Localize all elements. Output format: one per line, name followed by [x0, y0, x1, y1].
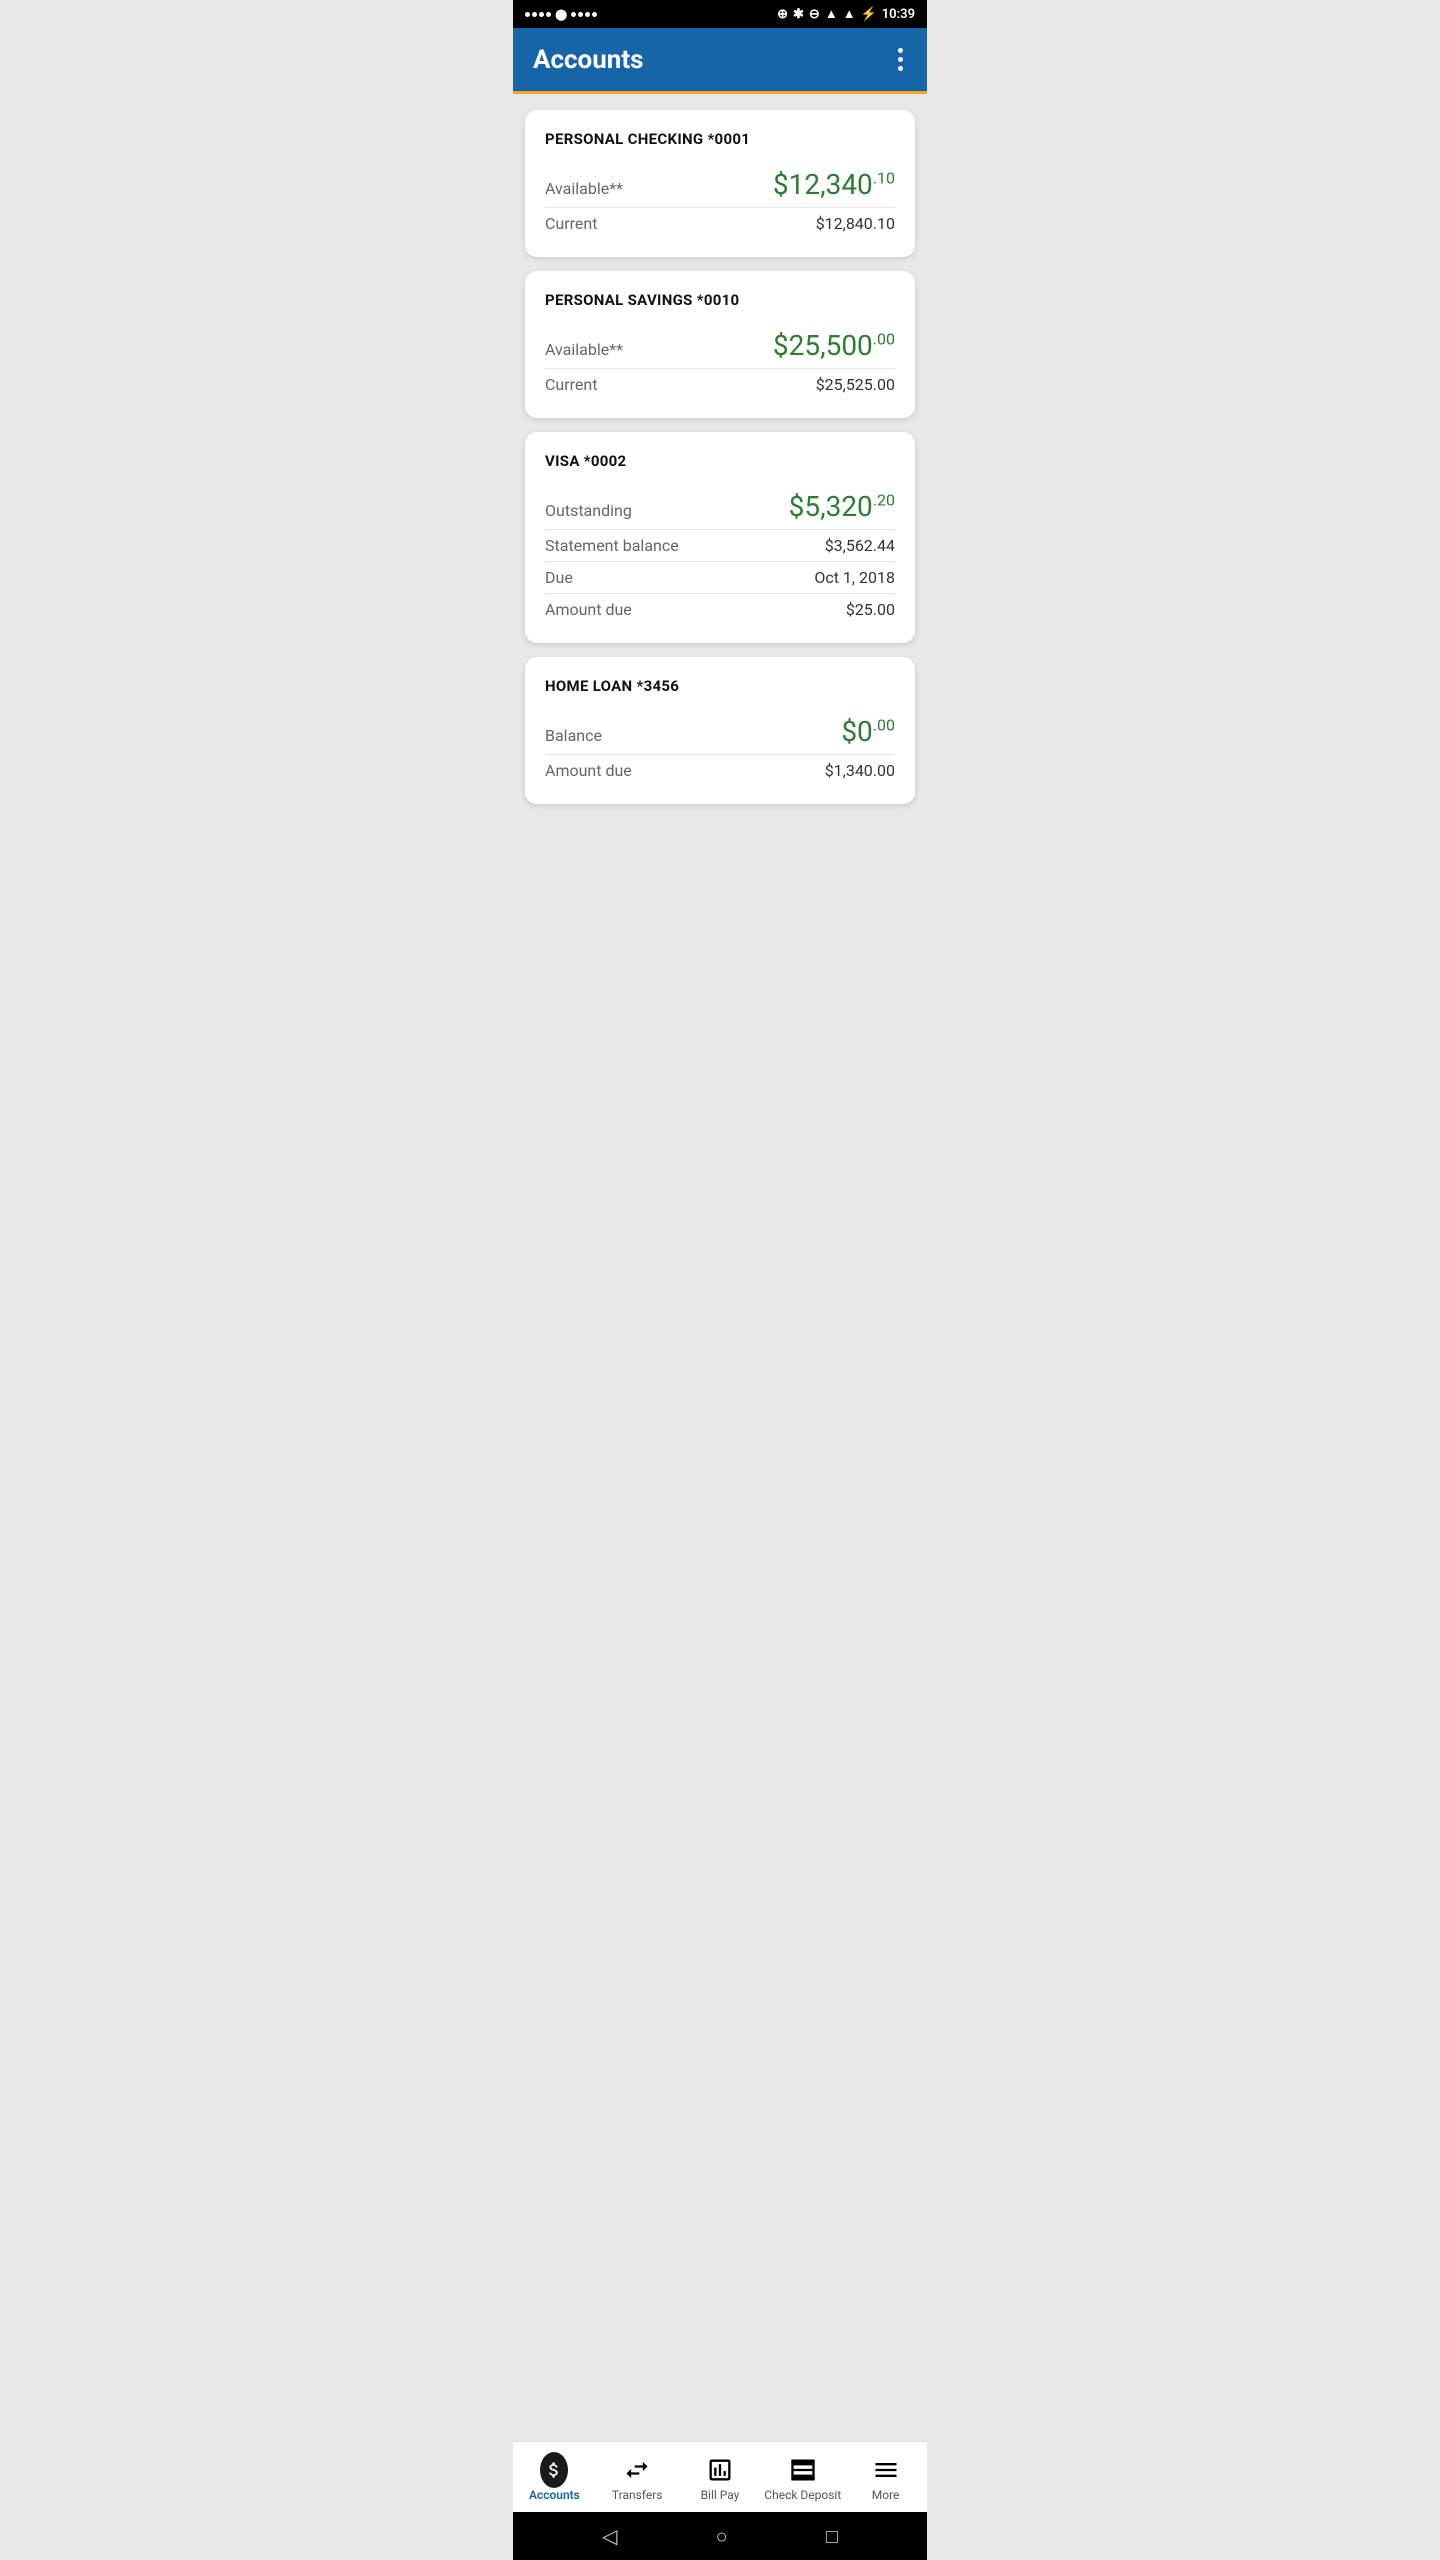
account-value-visa-3: $25.00: [846, 600, 895, 619]
more-options-button[interactable]: [894, 44, 907, 75]
account-value-homeloan-1: $1,340.00: [825, 761, 895, 780]
account-card-savings[interactable]: PERSONAL SAVINGS *0010 Available** $25,500…: [525, 271, 915, 418]
account-name-homeloan: HOME LOAN *3456: [545, 677, 895, 695]
account-label-checking-0: Available**: [545, 179, 623, 198]
home-button[interactable]: ○: [716, 2524, 728, 2549]
account-label-savings-0: Available**: [545, 340, 623, 359]
page-title: Accounts: [533, 45, 644, 75]
battery-icon: ⚡: [861, 7, 877, 22]
more-nav-icon: [872, 2456, 900, 2484]
transfers-nav-icon: [623, 2456, 651, 2484]
account-value-savings-0: $25,500.00: [773, 329, 895, 362]
menu-dot-3: [898, 66, 903, 71]
transfers-nav-label: Transfers: [612, 2488, 663, 2502]
account-row-savings-0: Available** $25,500.00: [545, 323, 895, 369]
android-navigation-bar: ◁ ○ □: [513, 2512, 927, 2560]
status-bar: ⬤ ⊕ ✱ ⊖ ▲ ▲ ⚡ 10:39: [513, 0, 927, 28]
account-row-visa-2: Due Oct 1, 2018: [545, 562, 895, 594]
wifi-icon: ▲: [825, 6, 838, 22]
account-label-checking-1: Current: [545, 214, 597, 233]
account-card-checking[interactable]: PERSONAL CHECKING *0001 Available** $12,34…: [525, 110, 915, 257]
signal2-icon: [571, 12, 597, 17]
account-value-homeloan-0: $0.00: [841, 715, 895, 748]
billpay-nav-label: Bill Pay: [701, 2488, 740, 2502]
app-header: Accounts: [513, 28, 927, 94]
plus-circle-icon: ⊕: [777, 7, 788, 22]
status-left: ⬤: [525, 8, 597, 21]
account-label-homeloan-0: Balance: [545, 726, 602, 745]
account-label-visa-0: Outstanding: [545, 501, 632, 520]
nav-accounts[interactable]: Accounts: [513, 2450, 596, 2508]
account-value-checking-0: $12,340.10: [773, 168, 895, 201]
account-value-savings-1: $25,525.00: [816, 375, 895, 394]
account-row-visa-1: Statement balance $3,562.44: [545, 530, 895, 562]
account-label-homeloan-1: Amount due: [545, 761, 632, 780]
account-label-visa-2: Due: [545, 568, 573, 587]
accounts-nav-label: Accounts: [529, 2488, 580, 2502]
account-row-homeloan-0: Balance $0.00: [545, 709, 895, 755]
signal-icon: [525, 12, 551, 17]
checkdeposit-nav-icon: [789, 2456, 817, 2484]
nav-billpay[interactable]: Bill Pay: [679, 2450, 762, 2508]
clock: 10:39: [882, 7, 915, 22]
back-button[interactable]: ◁: [602, 2524, 617, 2548]
menu-dot-2: [898, 57, 903, 62]
account-label-visa-3: Amount due: [545, 600, 632, 619]
minus-circle-icon: ⊖: [809, 7, 820, 22]
bottom-navigation: Accounts Transfers Bill Pay Check Deposi…: [513, 2441, 927, 2512]
account-row-homeloan-1: Amount due $1,340.00: [545, 755, 895, 786]
account-row-checking-0: Available** $12,340.10: [545, 162, 895, 208]
accounts-nav-icon: [540, 2456, 568, 2484]
account-label-visa-1: Statement balance: [545, 536, 679, 555]
nav-checkdeposit[interactable]: Check Deposit: [761, 2450, 844, 2508]
status-right: ⊕ ✱ ⊖ ▲ ▲ ⚡ 10:39: [777, 6, 915, 22]
carrier-icon: ⬤: [555, 8, 567, 21]
menu-dot-1: [898, 48, 903, 53]
account-label-savings-1: Current: [545, 375, 597, 394]
account-row-visa-0: Outstanding $5,320.20: [545, 484, 895, 530]
nav-transfers[interactable]: Transfers: [596, 2450, 679, 2508]
billpay-nav-icon: [706, 2456, 734, 2484]
account-row-visa-3: Amount due $25.00: [545, 594, 895, 625]
account-card-homeloan[interactable]: HOME LOAN *3456 Balance $0.00 Amount due $1,…: [525, 657, 915, 804]
account-row-savings-1: Current $25,525.00: [545, 369, 895, 400]
more-nav-label: More: [872, 2488, 900, 2502]
signal-strength-icon: ▲: [843, 6, 856, 22]
account-value-visa-1: $3,562.44: [825, 536, 895, 555]
accounts-list: PERSONAL CHECKING *0001 Available** $12,34…: [513, 94, 927, 2441]
account-row-checking-1: Current $12,840.10: [545, 208, 895, 239]
recents-button[interactable]: □: [826, 2524, 838, 2549]
account-name-savings: PERSONAL SAVINGS *0010: [545, 291, 895, 309]
account-value-visa-0: $5,320.20: [789, 490, 895, 523]
account-value-visa-2: Oct 1, 2018: [814, 568, 895, 587]
bluetooth-icon: ✱: [793, 7, 804, 22]
account-name-visa: VISA *0002: [545, 452, 895, 470]
account-name-checking: PERSONAL CHECKING *0001: [545, 130, 895, 148]
nav-more[interactable]: More: [844, 2450, 927, 2508]
checkdeposit-nav-label: Check Deposit: [764, 2488, 841, 2502]
account-card-visa[interactable]: VISA *0002 Outstanding $5,320.20 Statement …: [525, 432, 915, 643]
account-value-checking-1: $12,840.10: [816, 214, 895, 233]
